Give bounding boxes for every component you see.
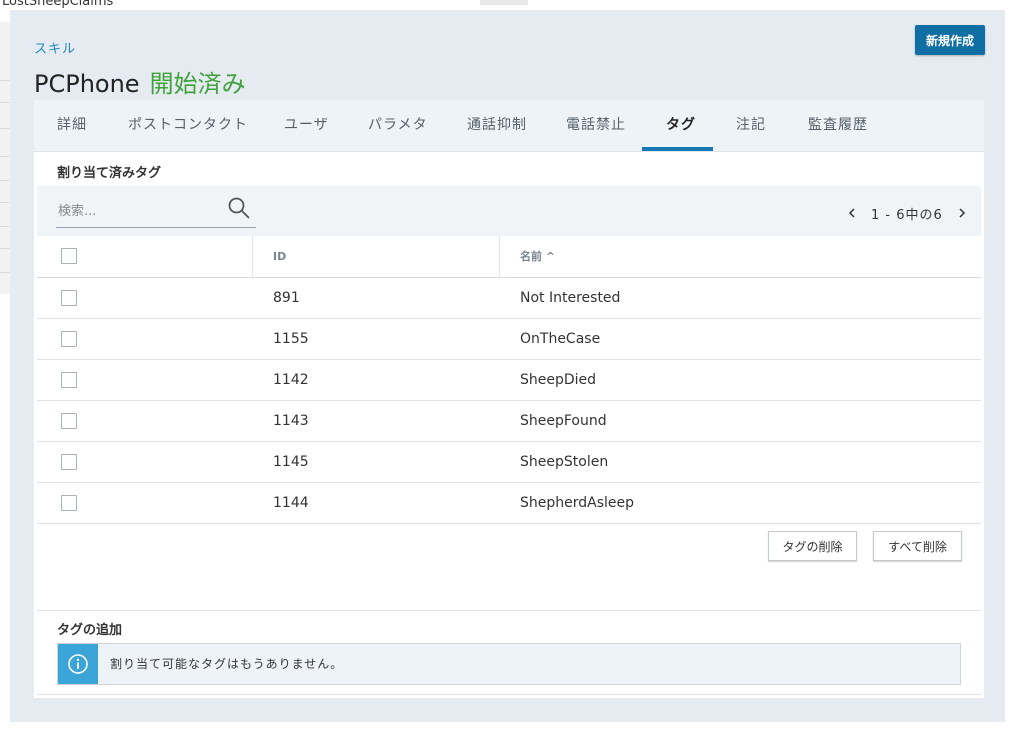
info-message-text: 割り当て可能なタグはもうありません。 [110,657,344,671]
active-tab-indicator [642,147,713,151]
search-input[interactable] [56,199,220,223]
tab-do-not-call[interactable]: 電話禁止 [566,100,626,151]
row-checkbox[interactable] [61,290,77,306]
status-label: 開始済み [149,70,246,98]
tab-tags[interactable]: タグ [666,100,696,151]
row-checkbox[interactable] [61,413,77,429]
delete-all-button[interactable]: すべて削除 [873,531,962,561]
tab-bar: 詳細 ポストコンタクト ユーザ パラメタ 通話抑制 電話禁止 タグ 注記 監査履… [34,100,984,152]
table-row[interactable]: 1145 SheepStolen [37,442,981,483]
delete-tag-button[interactable]: タグの削除 [768,531,857,561]
pagination: 1 - 6中の6 [821,203,981,223]
assigned-tags-table: ID 名前 ^ 891 Not Interested 1155 OnTheCas… [37,236,981,524]
breadcrumb[interactable]: スキル [34,38,76,57]
tag-id: 1145 [273,454,309,470]
new-button[interactable]: 新規作成 [915,25,985,55]
search-icon[interactable] [227,196,251,220]
table-row[interactable]: 1155 OnTheCase [37,319,981,360]
background-toolbar-fragment [480,0,528,5]
assigned-tags-heading: 割り当て済みタグ [57,166,162,181]
tab-post-contact[interactable]: ポストコンタクト [128,100,248,151]
skill-name: PCPhone [34,70,140,98]
column-divider [499,236,500,277]
search-field [56,195,256,228]
tag-id: 1143 [273,413,309,429]
tag-name: SheepStolen [520,454,609,470]
table-row[interactable]: 1142 SheepDied [37,360,981,401]
bottom-divider [37,694,981,695]
tag-id: 1144 [273,495,309,511]
select-all-checkbox[interactable] [61,248,77,264]
table-header: ID 名前 ^ [37,236,981,278]
tab-audit-history[interactable]: 監査履歴 [808,100,868,151]
column-header-name[interactable]: 名前 ^ [520,236,555,277]
tab-call-suppression[interactable]: 通話抑制 [467,100,527,151]
tag-name: ShepherdAsleep [520,495,635,511]
add-tags-heading: タグの追加 [57,623,123,638]
column-divider [252,236,253,277]
tag-name: Not Interested [520,290,621,306]
info-message: 割り当て可能なタグはもうありません。 [57,643,961,685]
tab-parameters[interactable]: パラメタ [368,100,428,151]
tab-details[interactable]: 詳細 [57,100,87,151]
row-checkbox[interactable] [61,454,77,470]
pagination-text: 1 - 6中の6 [871,208,943,223]
tag-name: OnTheCase [520,331,601,347]
row-checkbox[interactable] [61,495,77,511]
tab-notes[interactable]: 注記 [736,100,766,151]
table-toolbar: 1 - 6中の6 [37,186,981,236]
tags-panel: 詳細 ポストコンタクト ユーザ パラメタ 通話抑制 電話禁止 タグ 注記 監査履… [34,100,984,698]
row-checkbox[interactable] [61,331,77,347]
chevron-left-icon[interactable] [845,203,859,223]
row-checkbox[interactable] [61,372,77,388]
tag-name: SheepDied [520,372,597,388]
tag-id: 1142 [273,372,309,388]
table-row[interactable]: 891 Not Interested [37,278,981,319]
tag-id: 1155 [273,331,309,347]
table-row[interactable]: 1143 SheepFound [37,401,981,442]
tag-id: 891 [273,290,300,306]
background-window-title: LostSheepClaims [2,0,114,9]
chevron-right-icon[interactable] [955,203,969,223]
tag-name: SheepFound [520,413,607,429]
tab-users[interactable]: ユーザ [284,100,329,151]
section-divider [37,610,981,611]
info-icon [58,644,98,684]
skill-detail-modal: スキル PCPhone 開始済み 新規作成 詳細 ポストコンタクト ユーザ パラメ… [10,10,1005,722]
column-header-id[interactable]: ID [273,236,286,277]
table-row[interactable]: 1144 ShepherdAsleep [37,483,981,524]
page-title: PCPhone 開始済み [34,64,246,99]
